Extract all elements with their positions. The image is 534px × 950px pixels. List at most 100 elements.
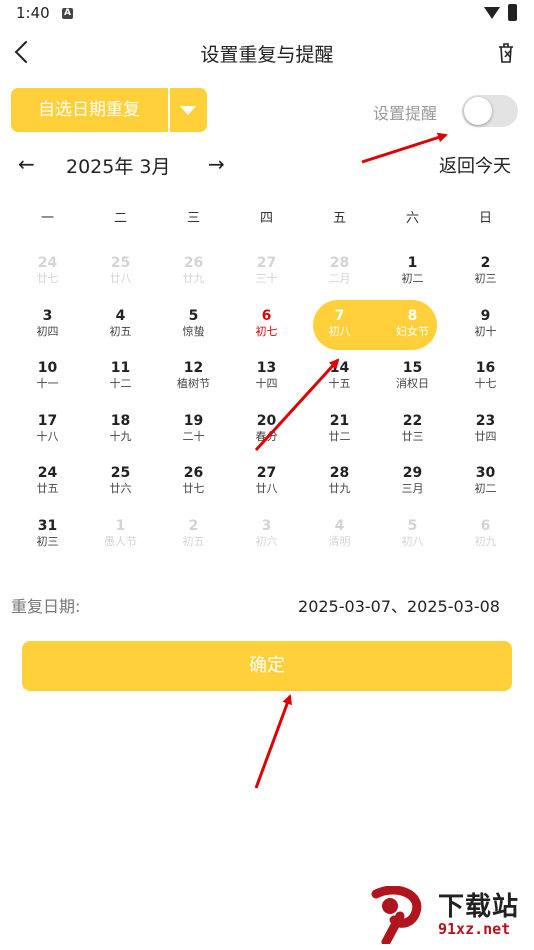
day-lunar-label: 初十 [474,324,497,338]
day-lunar-label: 初五 [109,324,132,338]
weekday-header: 一二三四五六日 [11,207,523,227]
day-lunar-label: 春分 [255,429,278,443]
calendar-day[interactable]: 4 清明 [303,511,376,563]
day-lunar-label: 三十 [255,272,278,285]
status-bar: 1:40 A [0,0,534,28]
confirm-button[interactable]: 确定 [22,641,512,691]
battery-icon [508,4,517,21]
calendar-day[interactable]: 4 初五 [84,301,157,353]
calendar-day[interactable]: 27 廿八 [230,458,303,510]
calendar-day[interactable]: 10 十一 [11,353,84,405]
day-lunar-label: 廿二 [328,429,351,443]
day-lunar-label: 消权日 [396,377,429,390]
calendar-day[interactable]: 18 十九 [84,406,157,458]
reminder-toggle[interactable] [462,95,518,127]
day-number: 8 [407,307,418,324]
calendar-day[interactable]: 25 廿六 [84,458,157,510]
day-lunar-label: 廿八 [255,482,278,495]
day-number: 1 [115,517,126,534]
day-number: 30 [475,465,496,481]
weekday-label: 日 [478,211,492,226]
month-nav: ← 2025年 3月 → 返回今天 [0,148,534,182]
calendar-day[interactable]: 15 消权日 [376,353,449,405]
calendar-day[interactable]: 31 初三 [11,511,84,563]
calendar-day[interactable]: 27 三十 [230,248,303,300]
back-today-button[interactable]: 返回今天 [439,152,511,178]
repeat-dates-label: 重复日期: [11,597,81,616]
reminder-label: 设置提醒 [373,104,438,123]
repeat-dates-value: 2025-03-07、2025-03-08 [298,597,500,616]
calendar-day[interactable]: 6 初七 [230,301,303,353]
calendar-day[interactable]: 22 廿三 [376,406,449,458]
calendar-day[interactable]: 28 廿九 [303,458,376,510]
calendar-day[interactable]: 28 二月 [303,248,376,300]
calendar-day[interactable]: 29 三月 [376,458,449,510]
calendar-day[interactable]: 19 二十 [157,406,230,458]
calendar-day[interactable]: 30 初二 [449,458,522,510]
calendar-day[interactable]: 26 廿九 [157,248,230,300]
day-lunar-label: 初二 [474,482,497,495]
trash-icon[interactable] [496,42,516,64]
day-number: 24 [37,465,58,481]
weekday-label: 二 [113,211,127,226]
day-lunar-label: 廿六 [109,482,132,495]
day-lunar-label: 十二 [109,377,132,390]
day-lunar-label: 十五 [328,377,351,390]
calendar-day[interactable]: 16 十七 [449,353,522,405]
day-number: 31 [37,517,58,534]
calendar-day[interactable]: 1 愚人节 [84,511,157,563]
current-month: 2025年 3月 [66,156,171,178]
day-number: 18 [110,412,131,429]
annotation-arrow-confirm [254,694,292,789]
day-number: 6 [261,307,272,324]
calendar-day[interactable]: 3 初六 [230,511,303,563]
calendar-day[interactable]: 13 十四 [230,353,303,405]
calendar-day[interactable]: 20 春分 [230,406,303,458]
calendar-day[interactable]: 26 廿七 [157,458,230,510]
calendar-day[interactable]: 12 植树节 [157,353,230,405]
calendar-day[interactable]: 2 初五 [157,511,230,563]
day-number: 15 [402,360,423,376]
calendar-day[interactable]: 21 廿二 [303,406,376,458]
calendar-day[interactable]: 5 惊蛰 [157,301,230,353]
calendar-day[interactable]: 11 十二 [84,353,157,405]
calendar-day[interactable]: 24 廿五 [11,458,84,510]
day-number: 26 [183,255,204,271]
repeat-mode-divider [168,88,170,132]
calendar-day[interactable]: 14 十五 [303,353,376,405]
day-number: 25 [110,465,131,481]
calendar-day[interactable]: 1 初二 [376,248,449,300]
repeat-mode-button[interactable]: 自选日期重复 [11,88,207,132]
day-lunar-label: 初四 [36,324,59,338]
day-lunar-label: 廿五 [36,482,59,495]
calendar-day[interactable]: 24 廿七 [11,248,84,300]
right-arrow-icon[interactable]: → [208,152,225,176]
day-lunar-label: 十八 [36,429,59,443]
left-arrow-icon[interactable]: ← [18,152,35,176]
toggle-knob [464,97,492,125]
calendar-day[interactable]: 9 初十 [449,301,522,353]
day-lunar-label: 初九 [474,534,497,548]
weekday-label: 四 [259,211,273,226]
day-number: 23 [475,412,496,429]
calendar-day[interactable]: 5 初八 [376,511,449,563]
calendar-day[interactable]: 3 初四 [11,301,84,353]
day-number: 28 [329,465,350,481]
day-number: 21 [329,412,350,429]
calendar-day[interactable]: 23 廿四 [449,406,522,458]
calendar-day[interactable]: 25 廿八 [84,248,157,300]
day-number: 29 [402,465,423,481]
day-lunar-label: 清明 [328,534,351,548]
day-number: 14 [329,360,350,376]
calendar-day[interactable]: 2 初三 [449,248,522,300]
calendar-day[interactable]: 8 妇女节 [376,301,449,353]
caret-down-icon[interactable] [180,106,196,115]
day-number: 20 [256,412,277,429]
day-lunar-label: 三月 [401,482,424,495]
day-lunar-label: 廿三 [401,429,424,443]
calendar-day[interactable]: 7 初八 [303,301,376,353]
day-number: 5 [407,517,418,534]
calendar-day[interactable]: 17 十八 [11,406,84,458]
day-lunar-label: 廿七 [182,482,205,495]
calendar-day[interactable]: 6 初九 [449,511,522,563]
